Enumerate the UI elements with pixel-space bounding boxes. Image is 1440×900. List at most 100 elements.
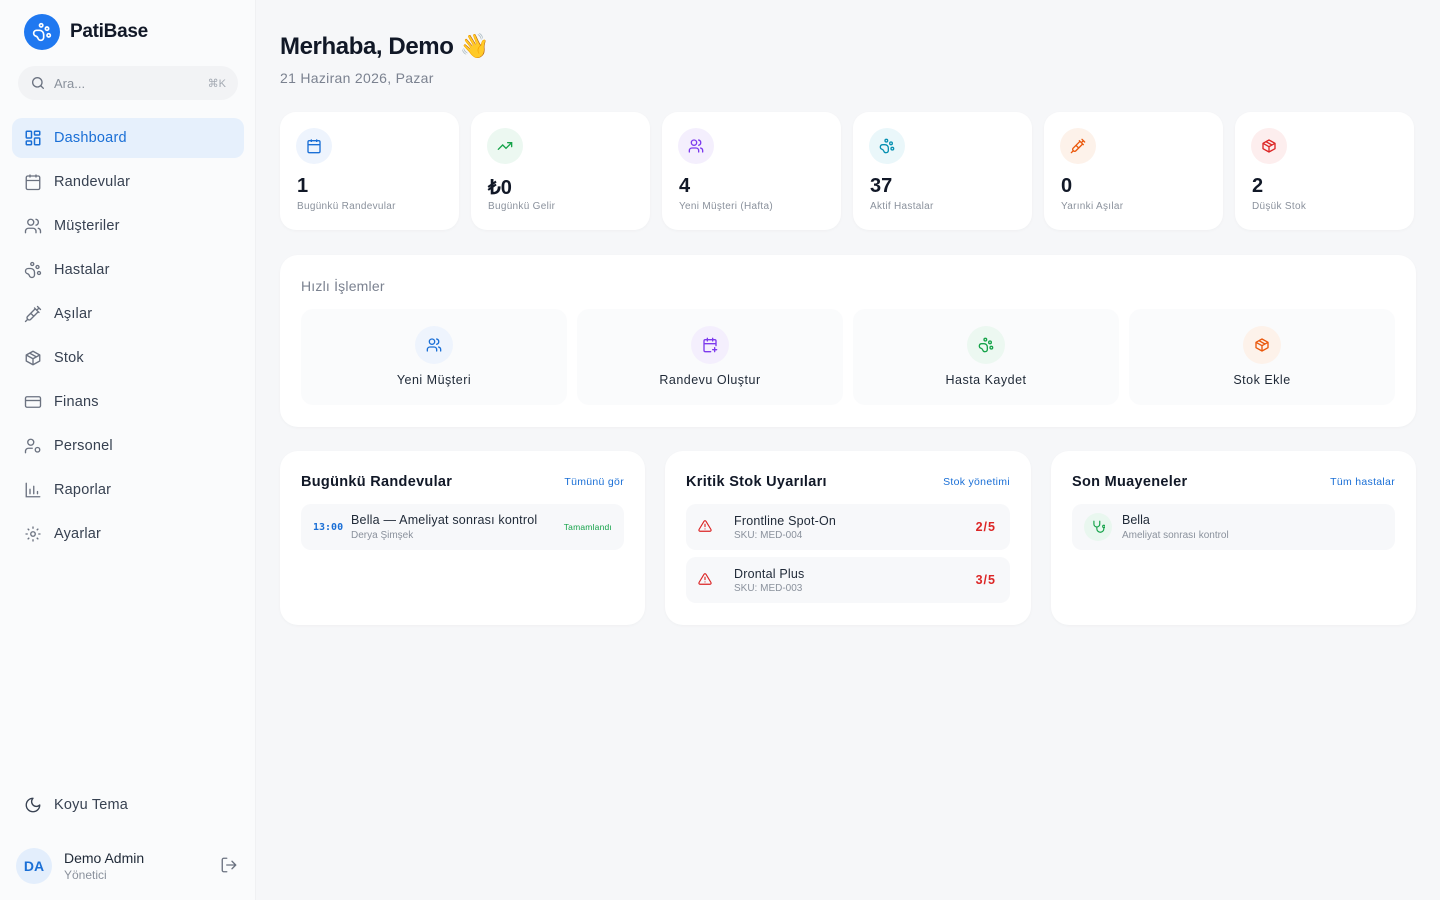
search-box[interactable]: ⌘K — [18, 66, 238, 100]
stat-card-active-patients[interactable]: 37 Aktif Hastalar — [853, 112, 1032, 230]
theme-toggle-label: Koyu Tema — [54, 797, 129, 813]
recent-exams-card: Son Muayeneler Tüm hastalar Bella Ameliy… — [1051, 451, 1416, 625]
register-patient-button[interactable]: Hasta Kaydet — [853, 309, 1119, 405]
user-role: Yönetici — [64, 868, 107, 882]
sidebar-item-label: Dashboard — [54, 130, 127, 146]
sidebar-item-finans[interactable]: Finans — [12, 382, 244, 422]
appointment-time: 13:00 — [313, 521, 344, 533]
new-customer-button[interactable]: Yeni Müşteri — [301, 309, 567, 405]
sidebar-item-ayarlar[interactable]: Ayarlar — [12, 514, 244, 554]
moon-icon — [24, 796, 42, 814]
list-item[interactable]: Drontal Plus SKU: MED-003 3/5 — [686, 557, 1010, 603]
quick-action-label: Randevu Oluştur — [659, 373, 761, 387]
syringe-icon — [1060, 128, 1096, 164]
sidebar-item-label: Ayarlar — [54, 526, 102, 542]
sidebar-item-label: Stok — [54, 350, 84, 366]
sidebar-item-label: Finans — [54, 394, 99, 410]
stock-quantity: 3/5 — [975, 573, 996, 587]
sidebar-item-stok[interactable]: Stok — [12, 338, 244, 378]
users-icon — [24, 217, 42, 235]
stock-item-name: Drontal Plus — [734, 566, 805, 581]
users-icon — [415, 326, 453, 364]
today-appointments-card: Bugünkü Randevular Tümünü gör 13:00 Bell… — [280, 451, 645, 625]
trending-up-icon — [487, 128, 523, 164]
sidebar-item-musteriler[interactable]: Müşteriler — [12, 206, 244, 246]
view-all-link[interactable]: Tümünü gör — [564, 476, 624, 488]
stat-label: Aktif Hastalar — [870, 201, 934, 212]
stat-card-vaccines[interactable]: 0 Yarınki Aşılar — [1044, 112, 1223, 230]
sidebar-item-asilar[interactable]: Aşılar — [12, 294, 244, 334]
stat-label: Bugünkü Gelir — [488, 201, 556, 212]
users-icon — [678, 128, 714, 164]
sidebar-item-label: Randevular — [54, 174, 131, 190]
stethoscope-icon — [1084, 513, 1112, 541]
stock-item-name: Frontline Spot-On — [734, 513, 837, 528]
gear-icon — [24, 525, 42, 543]
create-appointment-button[interactable]: Randevu Oluştur — [577, 309, 843, 405]
list-item[interactable]: Frontline Spot-On SKU: MED-004 2/5 — [686, 504, 1010, 550]
stat-value: 37 — [870, 175, 893, 197]
calendar-plus-icon — [691, 326, 729, 364]
sidebar: PatiBase ⌘K Dashboard Randevular Müşteri… — [0, 0, 256, 900]
sidebar-item-label: Hastalar — [54, 262, 110, 278]
dark-theme-toggle[interactable]: Koyu Tema — [12, 785, 244, 825]
stock-management-link[interactable]: Stok yönetimi — [943, 476, 1010, 488]
card-title: Son Muayeneler — [1072, 474, 1188, 490]
quick-action-label: Hasta Kaydet — [945, 373, 1027, 387]
stat-card-appointments[interactable]: 1 Bugünkü Randevular — [280, 112, 459, 230]
sidebar-item-label: Aşılar — [54, 306, 93, 322]
sidebar-item-raporlar[interactable]: Raporlar — [12, 470, 244, 510]
stock-alerts-card: Kritik Stok Uyarıları Stok yönetimi Fron… — [665, 451, 1031, 625]
sidebar-item-personel[interactable]: Personel — [12, 426, 244, 466]
sidebar-item-hastalar[interactable]: Hastalar — [12, 250, 244, 290]
stat-value: 4 — [679, 175, 691, 197]
logout-icon[interactable] — [220, 856, 240, 876]
list-item[interactable]: 13:00 Bella — Ameliyat sonrası kontrol D… — [301, 504, 624, 550]
credit-card-icon — [24, 393, 42, 411]
stat-label: Yeni Müşteri (Hafta) — [679, 201, 773, 212]
stat-label: Düşük Stok — [1252, 201, 1307, 212]
stock-item-sku: SKU: MED-004 — [734, 529, 803, 541]
patient-name: Bella — [1122, 513, 1150, 527]
paw-icon — [869, 128, 905, 164]
sidebar-nav: Dashboard Randevular Müşteriler Hastalar… — [12, 118, 244, 558]
appointment-title: Bella — Ameliyat sonrası kontrol — [351, 513, 538, 527]
sidebar-item-randevular[interactable]: Randevular — [12, 162, 244, 202]
stat-card-revenue[interactable]: ₺0 Bugünkü Gelir — [471, 112, 650, 230]
status-badge: Tamamlandı — [563, 522, 612, 532]
syringe-icon — [24, 305, 42, 323]
paw-icon — [967, 326, 1005, 364]
box-icon — [24, 349, 42, 367]
user-profile: DA Demo Admin Yönetici — [16, 846, 240, 886]
search-input[interactable] — [54, 75, 208, 91]
all-patients-link[interactable]: Tüm hastalar — [1330, 476, 1395, 488]
sidebar-item-label: Müşteriler — [54, 218, 120, 234]
stock-quantity: 2/5 — [975, 520, 996, 534]
stat-label: Yarınki Aşılar — [1061, 201, 1124, 212]
stat-value: 2 — [1252, 175, 1264, 197]
sidebar-item-dashboard[interactable]: Dashboard — [12, 118, 244, 158]
add-stock-button[interactable]: Stok Ekle — [1129, 309, 1395, 405]
alert-triangle-icon — [698, 572, 714, 588]
stats-row: 1 Bugünkü Randevular ₺0 Bugünkü Gelir 4 … — [280, 112, 1416, 230]
alert-triangle-icon — [698, 519, 714, 535]
stat-card-low-stock[interactable]: 2 Düşük Stok — [1235, 112, 1414, 230]
list-item[interactable]: Bella Ameliyat sonrası kontrol — [1072, 504, 1395, 550]
box-icon — [1251, 128, 1287, 164]
brand[interactable]: PatiBase — [24, 14, 148, 50]
search-icon — [30, 75, 46, 91]
brand-name: PatiBase — [70, 21, 148, 42]
page-title: Merhaba, Demo 👋 — [280, 33, 490, 60]
stat-value: ₺0 — [488, 177, 512, 199]
quick-action-label: Yeni Müşteri — [396, 373, 472, 387]
exam-note: Ameliyat sonrası kontrol — [1122, 530, 1229, 541]
calendar-icon — [24, 173, 42, 191]
current-date: 21 Haziran 2026, Pazar — [280, 70, 434, 86]
calendar-icon — [296, 128, 332, 164]
avatar[interactable]: DA — [16, 848, 52, 884]
sidebar-item-label: Raporlar — [54, 482, 112, 498]
stat-card-new-customers[interactable]: 4 Yeni Müşteri (Hafta) — [662, 112, 841, 230]
user-name: Demo Admin — [64, 850, 145, 866]
user-cog-icon — [24, 437, 42, 455]
sidebar-item-label: Personel — [54, 438, 113, 454]
